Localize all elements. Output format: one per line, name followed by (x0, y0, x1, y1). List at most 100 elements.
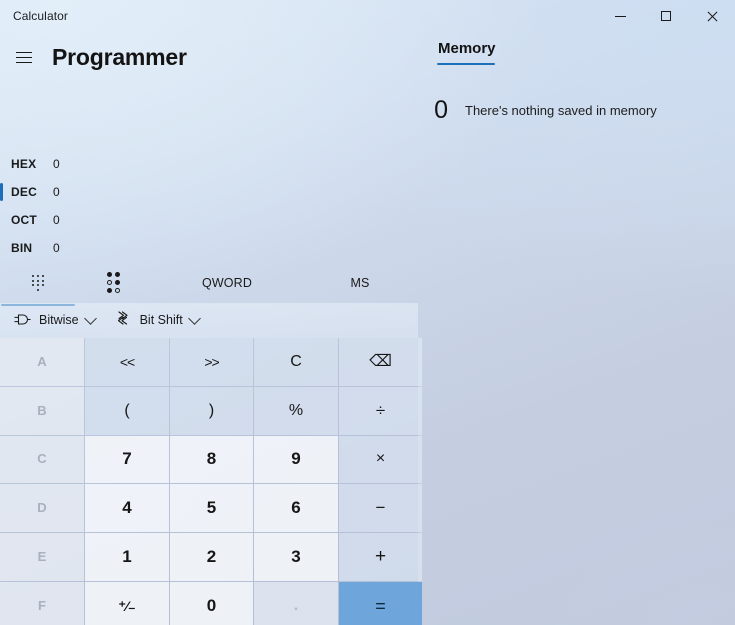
key-add[interactable]: + (339, 533, 422, 581)
keypad-grid: A << >> C ⌫ B ()% ÷ C 7 8 9 × D 4 5 6 − E 1 2 3 + F ⁺⁄₋ 0. = (0, 338, 422, 625)
key-modulo[interactable]: % (254, 386, 338, 435)
key-subtract-label: − (375, 498, 386, 518)
key-close-paren-label: ) (208, 401, 215, 419)
key-5[interactable]: 5 (170, 484, 253, 533)
radix-row-dec[interactable]: DEC 0 (0, 178, 418, 206)
selection-indicator (0, 211, 3, 229)
key-d: D (0, 484, 84, 533)
key-2[interactable]: 2 (170, 533, 253, 581)
radix-value: 0 (53, 241, 60, 255)
key-4-label: 4 (122, 498, 132, 518)
key-c-label: C (37, 451, 47, 467)
memory-store-label: MS (350, 275, 370, 290)
key-8[interactable]: 8 (170, 435, 253, 484)
close-icon (706, 10, 718, 22)
radix-value: 0 (53, 157, 60, 171)
key-f: F (0, 581, 84, 625)
memory-empty-row: 0 There's nothing saved in memory (418, 98, 735, 123)
key-b-label: B (37, 402, 47, 418)
key-add-label: + (374, 546, 387, 568)
calculator-window: Calculator Programmer Memory 0 There's n (0, 0, 735, 625)
key-a-label: A (37, 353, 47, 369)
page-title: Programmer (52, 43, 187, 70)
key-close-paren[interactable]: ) (170, 386, 253, 435)
close-button[interactable] (689, 0, 735, 32)
key-3[interactable]: 3 (254, 533, 338, 581)
key-2-label: 2 (206, 547, 217, 567)
key-plus-minus[interactable]: ⁺⁄₋ (85, 581, 169, 625)
maximize-button[interactable] (643, 0, 689, 32)
sidebar-item-bit-toggle[interactable] (76, 266, 152, 300)
key-clear[interactable]: C (254, 338, 338, 386)
key-9-label: 9 (291, 449, 301, 469)
key-clear-label: C (290, 352, 302, 370)
key-d-label: D (37, 500, 47, 516)
minimize-button[interactable] (597, 0, 643, 32)
chevron-down-icon (187, 312, 201, 325)
radix-label: BIN (11, 241, 33, 255)
selection-indicator (0, 239, 3, 257)
minimize-icon (614, 15, 626, 17)
memory-empty-message: There's nothing saved in memory (465, 102, 657, 118)
key-5-label: 5 (206, 498, 217, 518)
key-modulo-label: % (288, 401, 304, 419)
radix-display-list: HEX 0 DEC 0 OCT 0 BIN 0 (0, 150, 418, 262)
dot-grid-icon (32, 275, 44, 291)
key-9[interactable]: 9 (254, 435, 338, 484)
key-plus-minus-label: ⁺⁄₋ (118, 597, 136, 614)
key-3-label: 3 (291, 547, 301, 567)
key-6-label: 6 (291, 498, 301, 518)
key-right-shift[interactable]: >> (170, 338, 253, 386)
memory-store-button[interactable]: MS (302, 266, 418, 300)
bit-shift-dropdown[interactable]: Bit Shift (109, 307, 206, 335)
word-size-label: QWORD (201, 275, 253, 290)
radix-label: DEC (11, 185, 37, 199)
bitwise-label: Bitwise (39, 313, 79, 327)
key-right-shift-label: >> (204, 353, 219, 370)
key-a: A (0, 338, 84, 386)
key-backspace[interactable]: ⌫ (339, 338, 422, 386)
hamburger-icon[interactable] (4, 39, 44, 75)
keypad-tabstrip: QWORD MS (0, 266, 418, 306)
key-6[interactable]: 6 (254, 484, 338, 533)
key-e-label: E (37, 549, 47, 565)
radix-value: 0 (53, 213, 60, 227)
header: Programmer (0, 36, 418, 78)
selection-indicator (0, 183, 3, 201)
radix-label: HEX (11, 157, 37, 171)
title-bar: Calculator (0, 0, 735, 32)
key-7[interactable]: 7 (85, 435, 169, 484)
bit-dots-icon (107, 272, 121, 293)
memory-result-value: 0 (434, 96, 448, 124)
key-divide[interactable]: ÷ (339, 386, 422, 435)
chevron-down-icon (83, 312, 97, 325)
maximize-icon (661, 11, 671, 21)
key-left-shift[interactable]: << (85, 338, 169, 386)
key-decimal-label: . (293, 596, 299, 614)
key-4[interactable]: 4 (85, 484, 169, 533)
key-open-paren[interactable]: ( (85, 386, 169, 435)
bit-shift-icon (116, 311, 132, 330)
key-f-label: F (38, 597, 46, 613)
key-divide-label: ÷ (375, 400, 386, 420)
key-left-shift-label: << (119, 353, 135, 370)
key-1[interactable]: 1 (85, 533, 169, 581)
tab-memory[interactable]: Memory (436, 38, 498, 65)
memory-tabstrip: Memory (436, 38, 498, 65)
bitwise-dropdown[interactable]: Bitwise (7, 307, 102, 335)
sidebar-item-keypad[interactable] (0, 266, 76, 306)
radix-row-hex[interactable]: HEX 0 (0, 150, 418, 178)
key-subtract[interactable]: − (339, 484, 422, 533)
radix-row-bin[interactable]: BIN 0 (0, 234, 418, 262)
radix-value: 0 (53, 185, 60, 199)
radix-label: OCT (11, 213, 37, 227)
key-equals[interactable]: = (339, 581, 422, 625)
key-0[interactable]: 0 (170, 581, 253, 625)
memory-panel: Memory 0 There's nothing saved in memory (418, 38, 735, 123)
tab-memory-underline (437, 62, 495, 65)
word-size-button[interactable]: QWORD (152, 266, 302, 300)
key-8-label: 8 (206, 449, 217, 469)
radix-row-oct[interactable]: OCT 0 (0, 206, 418, 234)
key-multiply[interactable]: × (339, 435, 422, 484)
key-1-label: 1 (122, 547, 132, 567)
